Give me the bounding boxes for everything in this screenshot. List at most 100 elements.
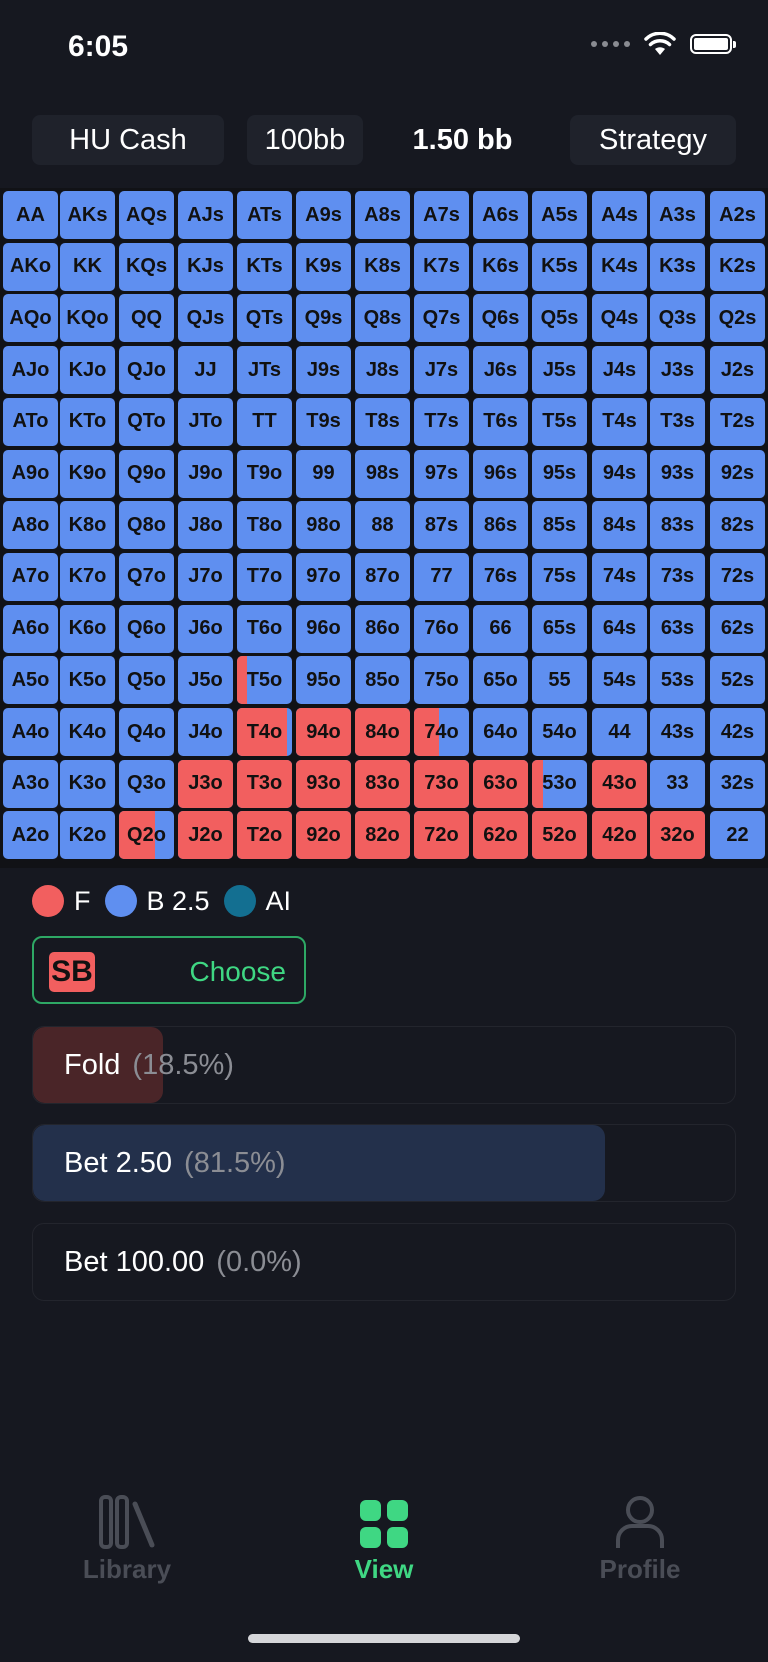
hand-cell-A4s[interactable]: A4s — [592, 191, 647, 239]
hand-cell-53o[interactable]: 53o — [532, 759, 587, 808]
hand-cell-JTo[interactable]: JTo — [178, 397, 233, 446]
hand-cell-65o[interactable]: 65o — [473, 656, 528, 705]
hand-cell-K4s[interactable]: K4s — [592, 242, 647, 291]
action-bet-2-50[interactable]: Bet 2.50 (81.5%) — [32, 1124, 736, 1202]
hand-cell-43o[interactable]: 43o — [592, 759, 647, 808]
position-selector[interactable]: SB Choose — [32, 936, 306, 1004]
hand-cell-77[interactable]: 77 — [414, 552, 469, 601]
hand-cell-72o[interactable]: 72o — [414, 811, 469, 860]
hand-cell-87s[interactable]: 87s — [414, 501, 469, 550]
hand-cell-88[interactable]: 88 — [355, 501, 410, 550]
hand-cell-76s[interactable]: 76s — [473, 552, 528, 601]
hand-cell-T2o[interactable]: T2o — [237, 811, 292, 860]
hand-cell-Q4o[interactable]: Q4o — [119, 708, 174, 756]
hand-cell-42s[interactable]: 42s — [710, 708, 765, 756]
hand-cell-86o[interactable]: 86o — [355, 604, 410, 653]
hand-cell-99[interactable]: 99 — [296, 449, 351, 498]
hand-cell-97s[interactable]: 97s — [414, 449, 469, 498]
hand-cell-62s[interactable]: 62s — [710, 604, 765, 653]
hand-cell-K2o[interactable]: K2o — [60, 811, 115, 860]
hand-cell-AJo[interactable]: AJo — [3, 346, 58, 395]
hand-cell-J9s[interactable]: J9s — [296, 346, 351, 395]
hand-cell-73o[interactable]: 73o — [414, 759, 469, 808]
hand-cell-A8o[interactable]: A8o — [3, 501, 58, 550]
hand-cell-43s[interactable]: 43s — [650, 708, 705, 756]
hand-cell-85s[interactable]: 85s — [532, 501, 587, 550]
hand-cell-93o[interactable]: 93o — [296, 759, 351, 808]
hand-cell-ATs[interactable]: ATs — [237, 191, 292, 239]
hand-cell-T2s[interactable]: T2s — [710, 397, 765, 446]
hand-cell-AJs[interactable]: AJs — [178, 191, 233, 239]
hand-cell-T9s[interactable]: T9s — [296, 397, 351, 446]
hand-cell-75o[interactable]: 75o — [414, 656, 469, 705]
hand-cell-85o[interactable]: 85o — [355, 656, 410, 705]
hand-cell-K6o[interactable]: K6o — [60, 604, 115, 653]
hand-cell-J6o[interactable]: J6o — [178, 604, 233, 653]
hand-cell-95s[interactable]: 95s — [532, 449, 587, 498]
hand-cell-J8s[interactable]: J8s — [355, 346, 410, 395]
hand-cell-AQs[interactable]: AQs — [119, 191, 174, 239]
hand-cell-Q9s[interactable]: Q9s — [296, 294, 351, 343]
hand-cell-K6s[interactable]: K6s — [473, 242, 528, 291]
mode-button[interactable]: Strategy — [570, 115, 736, 165]
hand-cell-A5o[interactable]: A5o — [3, 656, 58, 705]
hand-cell-98o[interactable]: 98o — [296, 501, 351, 550]
hand-cell-T8s[interactable]: T8s — [355, 397, 410, 446]
hand-cell-K5o[interactable]: K5o — [60, 656, 115, 705]
hand-cell-22[interactable]: 22 — [710, 811, 765, 860]
hand-cell-Q2s[interactable]: Q2s — [710, 294, 765, 343]
hand-cell-63o[interactable]: 63o — [473, 759, 528, 808]
hand-cell-Q5o[interactable]: Q5o — [119, 656, 174, 705]
hand-cell-J3s[interactable]: J3s — [650, 346, 705, 395]
hand-cell-97o[interactable]: 97o — [296, 552, 351, 601]
hand-cell-A2o[interactable]: A2o — [3, 811, 58, 860]
hand-cell-92s[interactable]: 92s — [710, 449, 765, 498]
hand-cell-T7o[interactable]: T7o — [237, 552, 292, 601]
stack-depth-button[interactable]: 100bb — [247, 115, 363, 165]
hand-cell-K8o[interactable]: K8o — [60, 501, 115, 550]
hand-cell-J5o[interactable]: J5o — [178, 656, 233, 705]
hand-cell-J2o[interactable]: J2o — [178, 811, 233, 860]
hand-cell-T4o[interactable]: T4o — [237, 708, 292, 756]
hand-cell-42o[interactable]: 42o — [592, 811, 647, 860]
action-bet-100[interactable]: Bet 100.00 (0.0%) — [32, 1223, 736, 1301]
hand-cell-JJ[interactable]: JJ — [178, 346, 233, 395]
hand-cell-Q2o[interactable]: Q2o — [119, 811, 174, 860]
hand-cell-T3o[interactable]: T3o — [237, 759, 292, 808]
hand-cell-Q3o[interactable]: Q3o — [119, 759, 174, 808]
hand-cell-JTs[interactable]: JTs — [237, 346, 292, 395]
hand-cell-82o[interactable]: 82o — [355, 811, 410, 860]
hand-cell-A6o[interactable]: A6o — [3, 604, 58, 653]
hand-cell-KQs[interactable]: KQs — [119, 242, 174, 291]
hand-cell-76o[interactable]: 76o — [414, 604, 469, 653]
hand-cell-44[interactable]: 44 — [592, 708, 647, 756]
hand-cell-Q3s[interactable]: Q3s — [650, 294, 705, 343]
hand-cell-K9o[interactable]: K9o — [60, 449, 115, 498]
hand-cell-AA[interactable]: AA — [3, 191, 58, 239]
hand-cell-A3o[interactable]: A3o — [3, 759, 58, 808]
hand-cell-65s[interactable]: 65s — [532, 604, 587, 653]
tab-view[interactable]: View — [304, 1490, 464, 1585]
hand-cell-Q8s[interactable]: Q8s — [355, 294, 410, 343]
hand-cell-A6s[interactable]: A6s — [473, 191, 528, 239]
hand-cell-94s[interactable]: 94s — [592, 449, 647, 498]
hand-cell-K7s[interactable]: K7s — [414, 242, 469, 291]
hand-cell-QQ[interactable]: QQ — [119, 294, 174, 343]
hand-cell-Q7o[interactable]: Q7o — [119, 552, 174, 601]
hand-cell-66[interactable]: 66 — [473, 604, 528, 653]
hand-cell-84s[interactable]: 84s — [592, 501, 647, 550]
hand-cell-52s[interactable]: 52s — [710, 656, 765, 705]
hand-cell-A5s[interactable]: A5s — [532, 191, 587, 239]
hand-cell-ATo[interactable]: ATo — [3, 397, 58, 446]
hand-cell-KJo[interactable]: KJo — [60, 346, 115, 395]
hand-cell-74o[interactable]: 74o — [414, 708, 469, 756]
hand-cell-83o[interactable]: 83o — [355, 759, 410, 808]
hand-cell-A8s[interactable]: A8s — [355, 191, 410, 239]
hand-cell-Q7s[interactable]: Q7s — [414, 294, 469, 343]
hand-cell-T8o[interactable]: T8o — [237, 501, 292, 550]
hand-cell-64s[interactable]: 64s — [592, 604, 647, 653]
hand-cell-32s[interactable]: 32s — [710, 759, 765, 808]
tab-profile[interactable]: Profile — [560, 1490, 720, 1585]
hand-cell-84o[interactable]: 84o — [355, 708, 410, 756]
hand-cell-KTo[interactable]: KTo — [60, 397, 115, 446]
